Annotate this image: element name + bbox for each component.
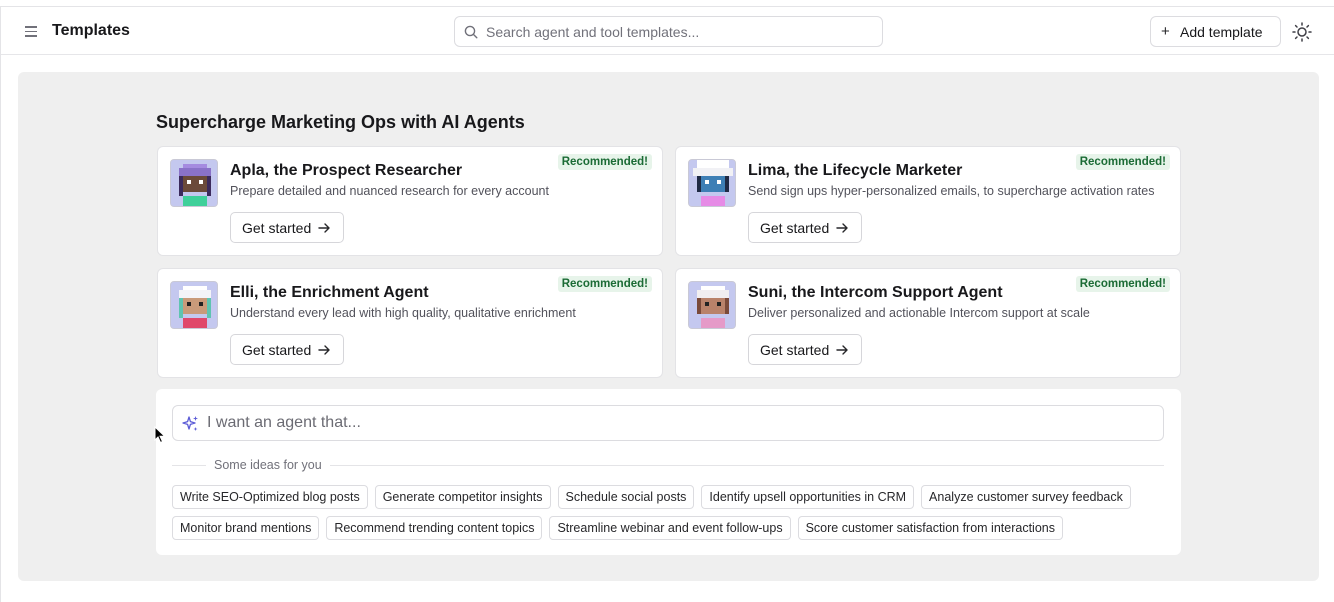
card-name: Elli, the Enrichment Agent [230,284,429,301]
section-title: Supercharge Marketing Ops with AI Agents [156,112,525,132]
card-description: Understand every lead with high quality,… [230,306,576,320]
idea-chip[interactable]: Identify upsell opportunities in CRM [701,485,915,509]
template-card-elli: Elli, the Enrichment Agent Understand ev… [157,268,663,378]
recommended-badge: Recommended! [557,154,652,170]
sparkles-icon [182,416,198,431]
card-name: Lima, the Lifecycle Marketer [748,162,963,179]
avatar [688,159,736,207]
agent-prompt-input[interactable] [207,406,1147,440]
search-bar[interactable] [454,16,883,47]
mouse-cursor-icon [154,426,166,444]
card-name: Apla, the Prospect Researcher [230,162,463,179]
get-started-label: Get started [760,341,830,358]
add-template-button[interactable]: + Add template [1150,16,1281,47]
idea-chip-row: Monitor brand mentions Recommend trendin… [172,516,1172,540]
idea-chip[interactable]: Streamline webinar and event follow-ups [549,516,791,540]
recommended-badge: Recommended! [557,276,652,292]
template-card-apla: Apla, the Prospect Researcher Prepare de… [157,146,663,256]
card-description: Deliver personalized and actionable Inte… [748,306,1090,320]
card-description: Send sign ups hyper-personalized emails,… [748,184,1155,198]
recommended-badge: Recommended! [1075,276,1170,292]
get-started-label: Get started [242,341,312,358]
top-bar: Templates + Add template [1,7,1334,55]
get-started-button[interactable]: Get started [748,212,862,243]
idea-chip[interactable]: Recommend trending content topics [326,516,543,540]
app-window: Templates + Add template [0,6,1334,602]
recommended-badge: Recommended! [1075,154,1170,170]
get-started-button[interactable]: Get started [748,334,862,365]
agent-prompt-box[interactable] [172,405,1164,441]
idea-chip[interactable]: Score customer satisfaction from interac… [797,516,1063,540]
arrow-right-icon [318,344,330,355]
idea-chips: Write SEO-Optimized blog posts Generate … [172,485,1172,547]
arrow-right-icon [318,222,330,233]
idea-chip[interactable]: Write SEO-Optimized blog posts [172,485,368,509]
plus-icon: + [1161,23,1170,40]
agent-prompt-panel: Some ideas for you Write SEO-Optimized b… [156,389,1181,555]
hamburger-icon[interactable] [23,22,41,40]
card-description: Prepare detailed and nuanced research fo… [230,184,549,198]
search-icon [464,25,478,39]
get-started-label: Get started [242,219,312,236]
idea-chip[interactable]: Analyze customer survey feedback [921,485,1131,509]
arrow-right-icon [836,222,848,233]
arrow-right-icon [836,344,848,355]
idea-chip[interactable]: Schedule social posts [557,485,695,509]
avatar [170,159,218,207]
idea-chip-row: Write SEO-Optimized blog posts Generate … [172,485,1172,509]
main-panel: Supercharge Marketing Ops with AI Agents… [18,72,1319,581]
search-input[interactable] [486,17,876,46]
idea-chip[interactable]: Generate competitor insights [374,485,551,509]
idea-chip[interactable]: Monitor brand mentions [172,516,320,540]
get-started-button[interactable]: Get started [230,212,344,243]
card-name: Suni, the Intercom Support Agent [748,284,1003,301]
get-started-label: Get started [760,219,830,236]
page-title: Templates [52,22,130,39]
template-card-lima: Lima, the Lifecycle Marketer Send sign u… [675,146,1181,256]
add-template-label: Add template [1180,23,1263,40]
sun-icon[interactable] [1291,21,1313,43]
template-card-suni: Suni, the Intercom Support Agent Deliver… [675,268,1181,378]
avatar [688,281,736,329]
avatar [170,281,218,329]
get-started-button[interactable]: Get started [230,334,344,365]
ideas-label: Some ideas for you [206,458,330,472]
